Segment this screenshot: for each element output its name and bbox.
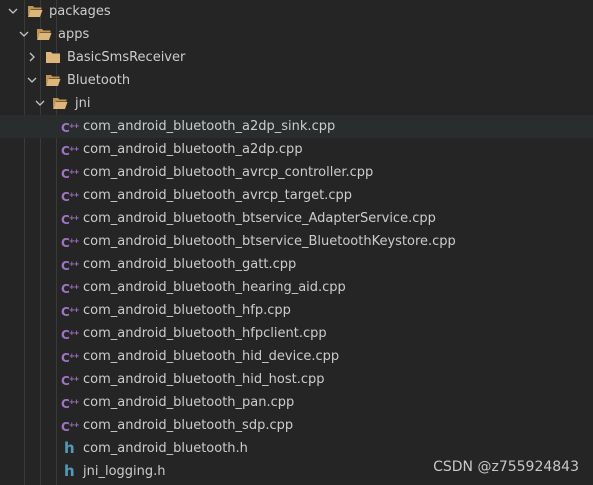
file-label: com_android_bluetooth_btservice_AdapterS… bbox=[83, 211, 436, 226]
tree-item-bluetooth[interactable]: Bluetooth bbox=[0, 69, 593, 92]
cpp-file-icon: C++ bbox=[61, 236, 80, 250]
cpp-file-icon: C++ bbox=[61, 190, 80, 204]
file-label: com_android_bluetooth_avrcp_target.cpp bbox=[83, 188, 352, 203]
file-label: com_android_bluetooth_hearing_aid.cpp bbox=[83, 280, 346, 295]
file-item[interactable]: C++ com_android_bluetooth_pan.cpp bbox=[0, 391, 593, 414]
file-explorer: packages apps BasicSmsReceiver Bluetooth bbox=[0, 0, 593, 485]
file-item[interactable]: C++ com_android_bluetooth_gatt.cpp bbox=[0, 253, 593, 276]
folder-open-icon bbox=[46, 75, 61, 86]
file-item[interactable]: C++ com_android_bluetooth_hid_device.cpp bbox=[0, 345, 593, 368]
chevron-right-icon bbox=[29, 52, 35, 62]
file-item[interactable]: C++ com_android_bluetooth_a2dp_sink.cpp bbox=[0, 115, 593, 138]
file-item[interactable]: h com_android_bluetooth.h bbox=[0, 437, 593, 460]
file-label: com_android_bluetooth_gatt.cpp bbox=[83, 257, 297, 272]
tree-item-label: BasicSmsReceiver bbox=[67, 50, 186, 65]
file-item[interactable]: C++ com_android_bluetooth_hfpclient.cpp bbox=[0, 322, 593, 345]
file-label: com_android_bluetooth_pan.cpp bbox=[83, 395, 295, 410]
tree-item-basicsmsreceiver[interactable]: BasicSmsReceiver bbox=[0, 46, 593, 69]
file-label: com_android_bluetooth_hfpclient.cpp bbox=[83, 326, 327, 341]
file-label: com_android_bluetooth_a2dp_sink.cpp bbox=[83, 119, 336, 134]
header-file-icon: h bbox=[64, 439, 75, 457]
file-item[interactable]: C++ com_android_bluetooth_hfp.cpp bbox=[0, 299, 593, 322]
file-item[interactable]: C++ com_android_bluetooth_hid_host.cpp bbox=[0, 368, 593, 391]
file-label: com_android_bluetooth_avrcp_controller.c… bbox=[83, 165, 374, 180]
tree-item-label: apps bbox=[58, 27, 90, 42]
chevron-down-icon bbox=[19, 31, 29, 37]
file-label: com_android_bluetooth_btservice_Bluetoot… bbox=[83, 234, 456, 249]
cpp-file-icon: C++ bbox=[61, 121, 80, 135]
file-label: com_android_bluetooth_sdp.cpp bbox=[83, 418, 294, 433]
chevron-down-icon bbox=[35, 100, 45, 106]
file-item[interactable]: C++ com_android_bluetooth_btservice_Blue… bbox=[0, 230, 593, 253]
header-file-icon: h bbox=[64, 462, 75, 480]
tree-item-label: Bluetooth bbox=[67, 73, 131, 88]
cpp-file-icon: C++ bbox=[61, 420, 80, 434]
folder-open-icon bbox=[28, 6, 43, 17]
tree-item-packages[interactable]: packages bbox=[0, 0, 593, 23]
folder-icon bbox=[46, 52, 60, 63]
tree-item-label: packages bbox=[49, 4, 111, 19]
file-item[interactable]: C++ com_android_bluetooth_btservice_Adap… bbox=[0, 207, 593, 230]
file-label: com_android_bluetooth_hid_device.cpp bbox=[83, 349, 340, 364]
folder-open-icon bbox=[37, 29, 52, 40]
tree-item-jni[interactable]: jni bbox=[0, 92, 593, 115]
cpp-file-icon: C++ bbox=[61, 397, 80, 411]
cpp-file-icon: C++ bbox=[61, 282, 80, 296]
file-item[interactable]: C++ com_android_bluetooth_sdp.cpp bbox=[0, 414, 593, 437]
file-label: jni_logging.h bbox=[83, 464, 166, 479]
cpp-file-icon: C++ bbox=[61, 167, 80, 181]
file-item[interactable]: C++ com_android_bluetooth_a2dp.cpp bbox=[0, 138, 593, 161]
chevron-down-icon bbox=[8, 8, 18, 14]
cpp-file-icon: C++ bbox=[61, 351, 80, 365]
file-label: com_android_bluetooth_hfp.cpp bbox=[83, 303, 291, 318]
cpp-file-icon: C++ bbox=[61, 374, 80, 388]
file-item[interactable]: C++ com_android_bluetooth_hearing_aid.cp… bbox=[0, 276, 593, 299]
cpp-file-icon: C++ bbox=[61, 305, 80, 319]
tree-item-apps[interactable]: apps bbox=[0, 23, 593, 46]
cpp-file-icon: C++ bbox=[61, 328, 80, 342]
cpp-file-icon: C++ bbox=[61, 144, 80, 158]
file-label: com_android_bluetooth.h bbox=[83, 441, 248, 456]
cpp-file-icon: C++ bbox=[61, 213, 80, 227]
file-item[interactable]: C++ com_android_bluetooth_avrcp_target.c… bbox=[0, 184, 593, 207]
file-label: com_android_bluetooth_a2dp.cpp bbox=[83, 142, 303, 157]
file-item[interactable]: C++ com_android_bluetooth_avrcp_controll… bbox=[0, 161, 593, 184]
watermark: CSDN @z755924843 bbox=[433, 459, 579, 475]
tree-item-label: jni bbox=[75, 96, 91, 111]
cpp-file-icon: C++ bbox=[61, 259, 80, 273]
folder-open-icon bbox=[53, 98, 68, 109]
file-label: com_android_bluetooth_hid_host.cpp bbox=[83, 372, 325, 387]
chevron-down-icon bbox=[27, 77, 37, 83]
